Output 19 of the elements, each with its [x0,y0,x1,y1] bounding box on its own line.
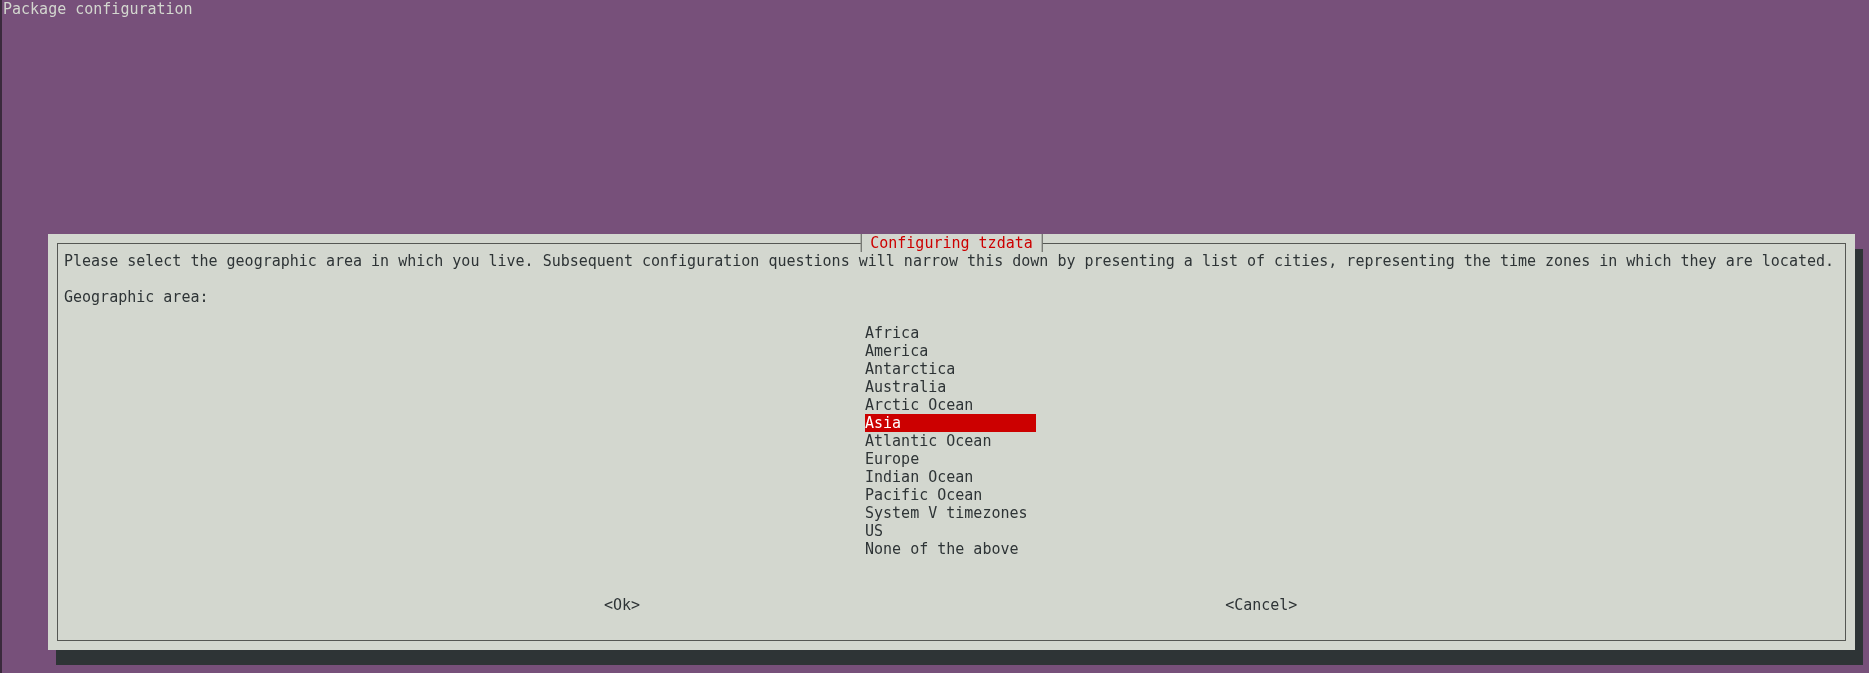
list-item[interactable]: Atlantic Ocean [865,432,1036,450]
list-item[interactable]: Antarctica [865,360,1036,378]
dialog-button[interactable]: <Ok> [604,596,641,614]
list-item[interactable]: Indian Ocean [865,468,1036,486]
description-text: Please select the geographic area in which you live. Subsequent configuration questions will narrow this down by presenting a list of cities, representing the time zones in which they are located. [64,252,1835,270]
list-item[interactable]: Africa [865,324,1036,342]
prompt-label: Geographic area: [64,288,209,306]
list-item[interactable]: None of the above [865,540,1036,558]
dialog-title: Configuring tzdata [860,234,1043,252]
list-item[interactable]: Australia [865,378,1036,396]
dialog-button[interactable]: <Cancel> [1225,596,1298,614]
list-item[interactable]: US [865,522,1036,540]
list-item[interactable]: Arctic Ocean [865,396,1036,414]
list-item[interactable]: Europe [865,450,1036,468]
screen-title: Package configuration [2,0,193,18]
list-item[interactable]: System V timezones [865,504,1036,522]
list-item[interactable]: America [865,342,1036,360]
list-item[interactable]: Pacific Ocean [865,486,1036,504]
list-item[interactable]: Asia [865,414,1036,432]
